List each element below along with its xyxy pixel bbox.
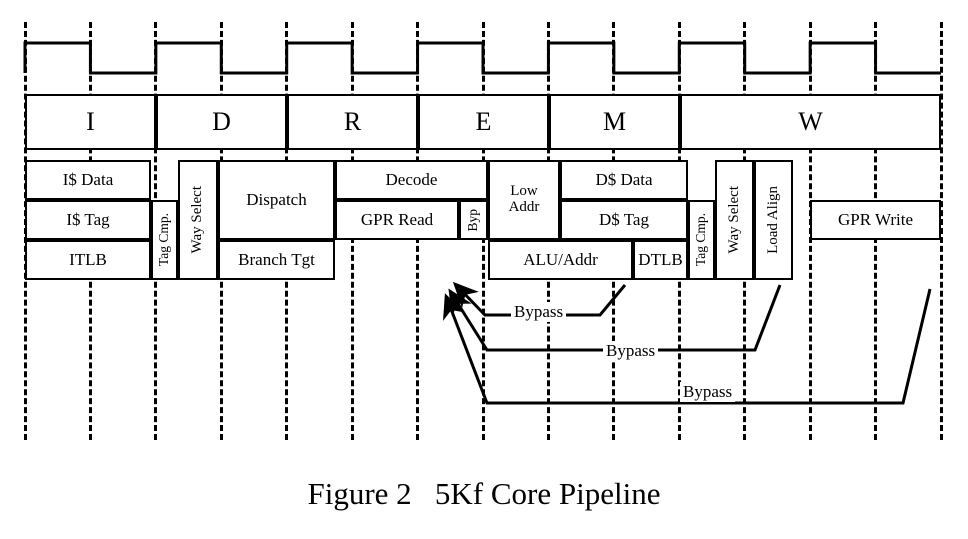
bypass-label-3: Bypass bbox=[680, 382, 736, 402]
unit-label: ALU/Addr bbox=[523, 250, 598, 270]
unit-gpr-write: GPR Write bbox=[810, 200, 941, 240]
unit-i-cache-tag: I$ Tag bbox=[25, 200, 151, 240]
unit-label: I$ Tag bbox=[66, 210, 110, 230]
unit-decode: Decode bbox=[335, 160, 488, 200]
unit-gpr-read: GPR Read bbox=[335, 200, 459, 240]
unit-label: I$ Data bbox=[62, 170, 114, 190]
unit-label: Load Align bbox=[764, 186, 781, 254]
stage-label-E: E bbox=[475, 107, 492, 137]
unit-d-cache-data: D$ Data bbox=[560, 160, 688, 200]
unit-label: ITLB bbox=[69, 250, 107, 270]
figure-canvas: I D R E M W I$ Data I$ Tag ITLB Tag Cmp.… bbox=[0, 0, 968, 539]
unit-branch-tgt: Branch Tgt bbox=[218, 240, 335, 280]
unit-i-way-select: Way Select bbox=[178, 160, 218, 280]
bypass-label-1: Bypass bbox=[511, 302, 567, 322]
unit-itlb: ITLB bbox=[25, 240, 151, 280]
stage-box-D: D bbox=[156, 94, 287, 150]
clock-waveform bbox=[23, 41, 941, 75]
unit-label: Tag Cmp. bbox=[693, 213, 709, 267]
unit-alu-addr: ALU/Addr bbox=[488, 240, 633, 280]
unit-d-way-select: Way Select bbox=[715, 160, 754, 280]
unit-label: Way Select bbox=[725, 186, 742, 254]
unit-byp: Byp bbox=[459, 200, 488, 240]
stage-label-D: D bbox=[212, 107, 231, 137]
unit-d-cache-tag: D$ Tag bbox=[560, 200, 688, 240]
stage-label-R: R bbox=[343, 107, 362, 137]
unit-label: Low Addr bbox=[508, 183, 540, 215]
unit-label: Branch Tgt bbox=[238, 250, 315, 270]
unit-label: Tag Cmp. bbox=[156, 213, 172, 267]
stage-box-R: R bbox=[287, 94, 418, 150]
unit-dtlb: DTLB bbox=[633, 240, 688, 280]
unit-i-tag-cmp: Tag Cmp. bbox=[151, 200, 178, 280]
unit-low-addr: Low Addr bbox=[488, 160, 560, 240]
unit-label: DTLB bbox=[638, 250, 683, 270]
unit-dispatch: Dispatch bbox=[218, 160, 335, 240]
stage-label-W: W bbox=[798, 107, 823, 137]
unit-label: Decode bbox=[385, 170, 438, 190]
stage-box-E: E bbox=[418, 94, 549, 150]
unit-i-cache-data: I$ Data bbox=[25, 160, 151, 200]
stage-label-M: M bbox=[602, 107, 627, 137]
stage-box-M: M bbox=[549, 94, 680, 150]
unit-load-align: Load Align bbox=[754, 160, 793, 280]
stage-label-I: I bbox=[86, 107, 95, 137]
bypass-label-2: Bypass bbox=[603, 341, 659, 361]
unit-label: Way Select bbox=[189, 186, 206, 254]
unit-label: GPR Write bbox=[837, 210, 914, 230]
unit-label: GPR Read bbox=[360, 210, 434, 230]
unit-label: D$ Data bbox=[595, 170, 653, 190]
stage-box-I: I bbox=[25, 94, 156, 150]
unit-d-tag-cmp: Tag Cmp. bbox=[688, 200, 715, 280]
unit-label: Dispatch bbox=[246, 190, 307, 210]
stage-box-W: W bbox=[680, 94, 941, 150]
figure-caption: Figure 2 5Kf Core Pipeline bbox=[307, 476, 661, 511]
unit-label: D$ Tag bbox=[599, 210, 649, 230]
unit-label: Byp bbox=[465, 208, 481, 232]
